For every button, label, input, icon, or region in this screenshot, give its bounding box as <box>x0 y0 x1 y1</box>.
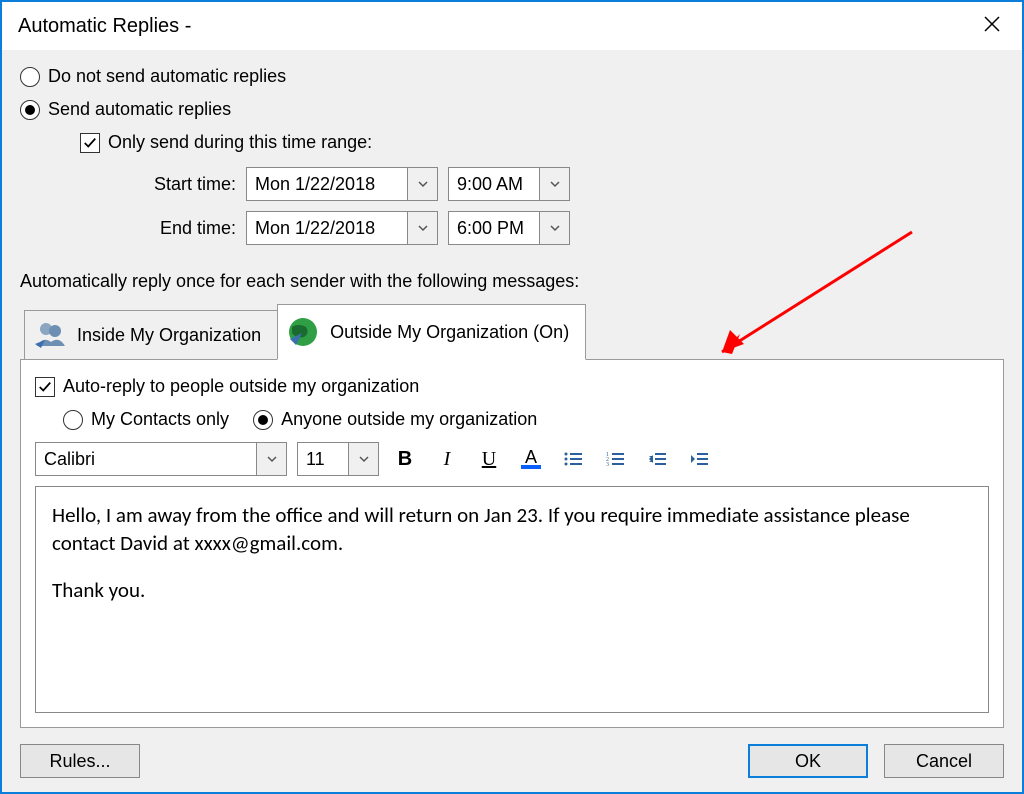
message-body: Hello, I am away from the office and wil… <box>52 501 972 558</box>
message-signoff: Thank you. <box>52 576 972 604</box>
start-time-row: Start time: Mon 1/22/2018 9:00 AM <box>126 167 1004 201</box>
font-size-value: 11 <box>298 443 348 475</box>
chevron-down-icon <box>539 168 569 200</box>
only-range-label: Only send during this time range: <box>108 132 372 153</box>
checkbox-icon <box>80 133 100 153</box>
tabstrip: Inside My Organization Outside My Organi… <box>20 302 1004 360</box>
font-color-bar <box>521 465 541 469</box>
bold-button[interactable]: B <box>389 443 421 475</box>
font-size-combo[interactable]: 11 <box>297 442 379 476</box>
start-time-value: 9:00 AM <box>449 168 539 200</box>
outside-scope-group: My Contacts only Anyone outside my organ… <box>63 409 989 430</box>
anyone-outside-option[interactable]: Anyone outside my organization <box>253 409 537 430</box>
radio-icon <box>253 410 273 430</box>
numbered-list-button[interactable]: 1 2 3 <box>599 443 631 475</box>
end-time-combo[interactable]: 6:00 PM <box>448 211 570 245</box>
auto-reply-outside-label: Auto-reply to people outside my organiza… <box>63 376 419 397</box>
only-range-checkbox[interactable]: Only send during this time range: <box>80 132 1004 153</box>
end-time-label: End time: <box>126 218 246 239</box>
my-contacts-only-label: My Contacts only <box>91 409 229 430</box>
chevron-down-icon <box>407 212 437 244</box>
cancel-button[interactable]: Cancel <box>884 744 1004 778</box>
font-color-button[interactable]: A <box>515 443 547 475</box>
tabs: Inside My Organization Outside My Organi… <box>20 302 1004 728</box>
radio-icon <box>20 67 40 87</box>
format-toolbar: Calibri 11 B I U A <box>35 442 989 476</box>
people-icon <box>33 318 67 352</box>
window-title: Automatic Replies - <box>18 15 191 38</box>
tab-outside-label: Outside My Organization (On) <box>330 322 569 343</box>
tab-outside-organization[interactable]: Outside My Organization (On) <box>277 304 586 360</box>
start-time-combo[interactable]: 9:00 AM <box>448 167 570 201</box>
anyone-outside-label: Anyone outside my organization <box>281 409 537 430</box>
chevron-down-icon <box>256 443 286 475</box>
end-date-combo[interactable]: Mon 1/22/2018 <box>246 211 438 245</box>
titlebar: Automatic Replies - <box>2 2 1022 50</box>
indent-button[interactable] <box>683 443 715 475</box>
ok-button[interactable]: OK <box>748 744 868 778</box>
end-date-value: Mon 1/22/2018 <box>247 212 407 244</box>
button-bar: Rules... OK Cancel <box>2 734 1022 792</box>
italic-button[interactable]: I <box>431 443 463 475</box>
tab-inside-label: Inside My Organization <box>77 325 261 346</box>
outdent-button[interactable] <box>641 443 673 475</box>
globe-icon <box>286 315 320 349</box>
end-time-value: 6:00 PM <box>449 212 539 244</box>
close-icon <box>984 16 1000 32</box>
chevron-down-icon <box>348 443 378 475</box>
do-not-send-option[interactable]: Do not send automatic replies <box>20 66 1004 87</box>
chevron-down-icon <box>407 168 437 200</box>
close-button[interactable] <box>970 6 1014 42</box>
section-label: Automatically reply once for each sender… <box>20 271 1004 292</box>
tab-inside-organization[interactable]: Inside My Organization <box>24 310 278 360</box>
numbered-list-icon: 1 2 3 <box>604 448 626 470</box>
start-time-label: Start time: <box>126 174 246 195</box>
start-date-value: Mon 1/22/2018 <box>247 168 407 200</box>
do-not-send-label: Do not send automatic replies <box>48 66 286 87</box>
send-option[interactable]: Send automatic replies <box>20 99 1004 120</box>
svg-text:3: 3 <box>606 462 609 468</box>
rules-button[interactable]: Rules... <box>20 744 140 778</box>
automatic-replies-dialog: Automatic Replies - Do not send automati… <box>0 0 1024 794</box>
indent-icon <box>688 448 710 470</box>
checkbox-icon <box>35 377 55 397</box>
auto-reply-outside-checkbox[interactable]: Auto-reply to people outside my organiza… <box>35 376 989 397</box>
time-range-grid: Start time: Mon 1/22/2018 9:00 AM End ti… <box>126 167 1004 255</box>
font-family-value: Calibri <box>36 443 256 475</box>
spacer <box>156 744 732 778</box>
radio-icon <box>63 410 83 430</box>
dialog-content: Do not send automatic replies Send autom… <box>2 50 1022 734</box>
chevron-down-icon <box>539 212 569 244</box>
font-family-combo[interactable]: Calibri <box>35 442 287 476</box>
message-editor[interactable]: Hello, I am away from the office and wil… <box>35 486 989 713</box>
bullet-list-button[interactable] <box>557 443 589 475</box>
radio-icon <box>20 100 40 120</box>
send-label: Send automatic replies <box>48 99 231 120</box>
my-contacts-only-option[interactable]: My Contacts only <box>63 409 229 430</box>
bullet-list-icon <box>562 448 584 470</box>
outdent-icon <box>646 448 668 470</box>
font-color-A: A <box>525 449 537 465</box>
outside-tabpanel: Auto-reply to people outside my organiza… <box>20 359 1004 728</box>
end-time-row: End time: Mon 1/22/2018 6:00 PM <box>126 211 1004 245</box>
start-date-combo[interactable]: Mon 1/22/2018 <box>246 167 438 201</box>
underline-button[interactable]: U <box>473 443 505 475</box>
